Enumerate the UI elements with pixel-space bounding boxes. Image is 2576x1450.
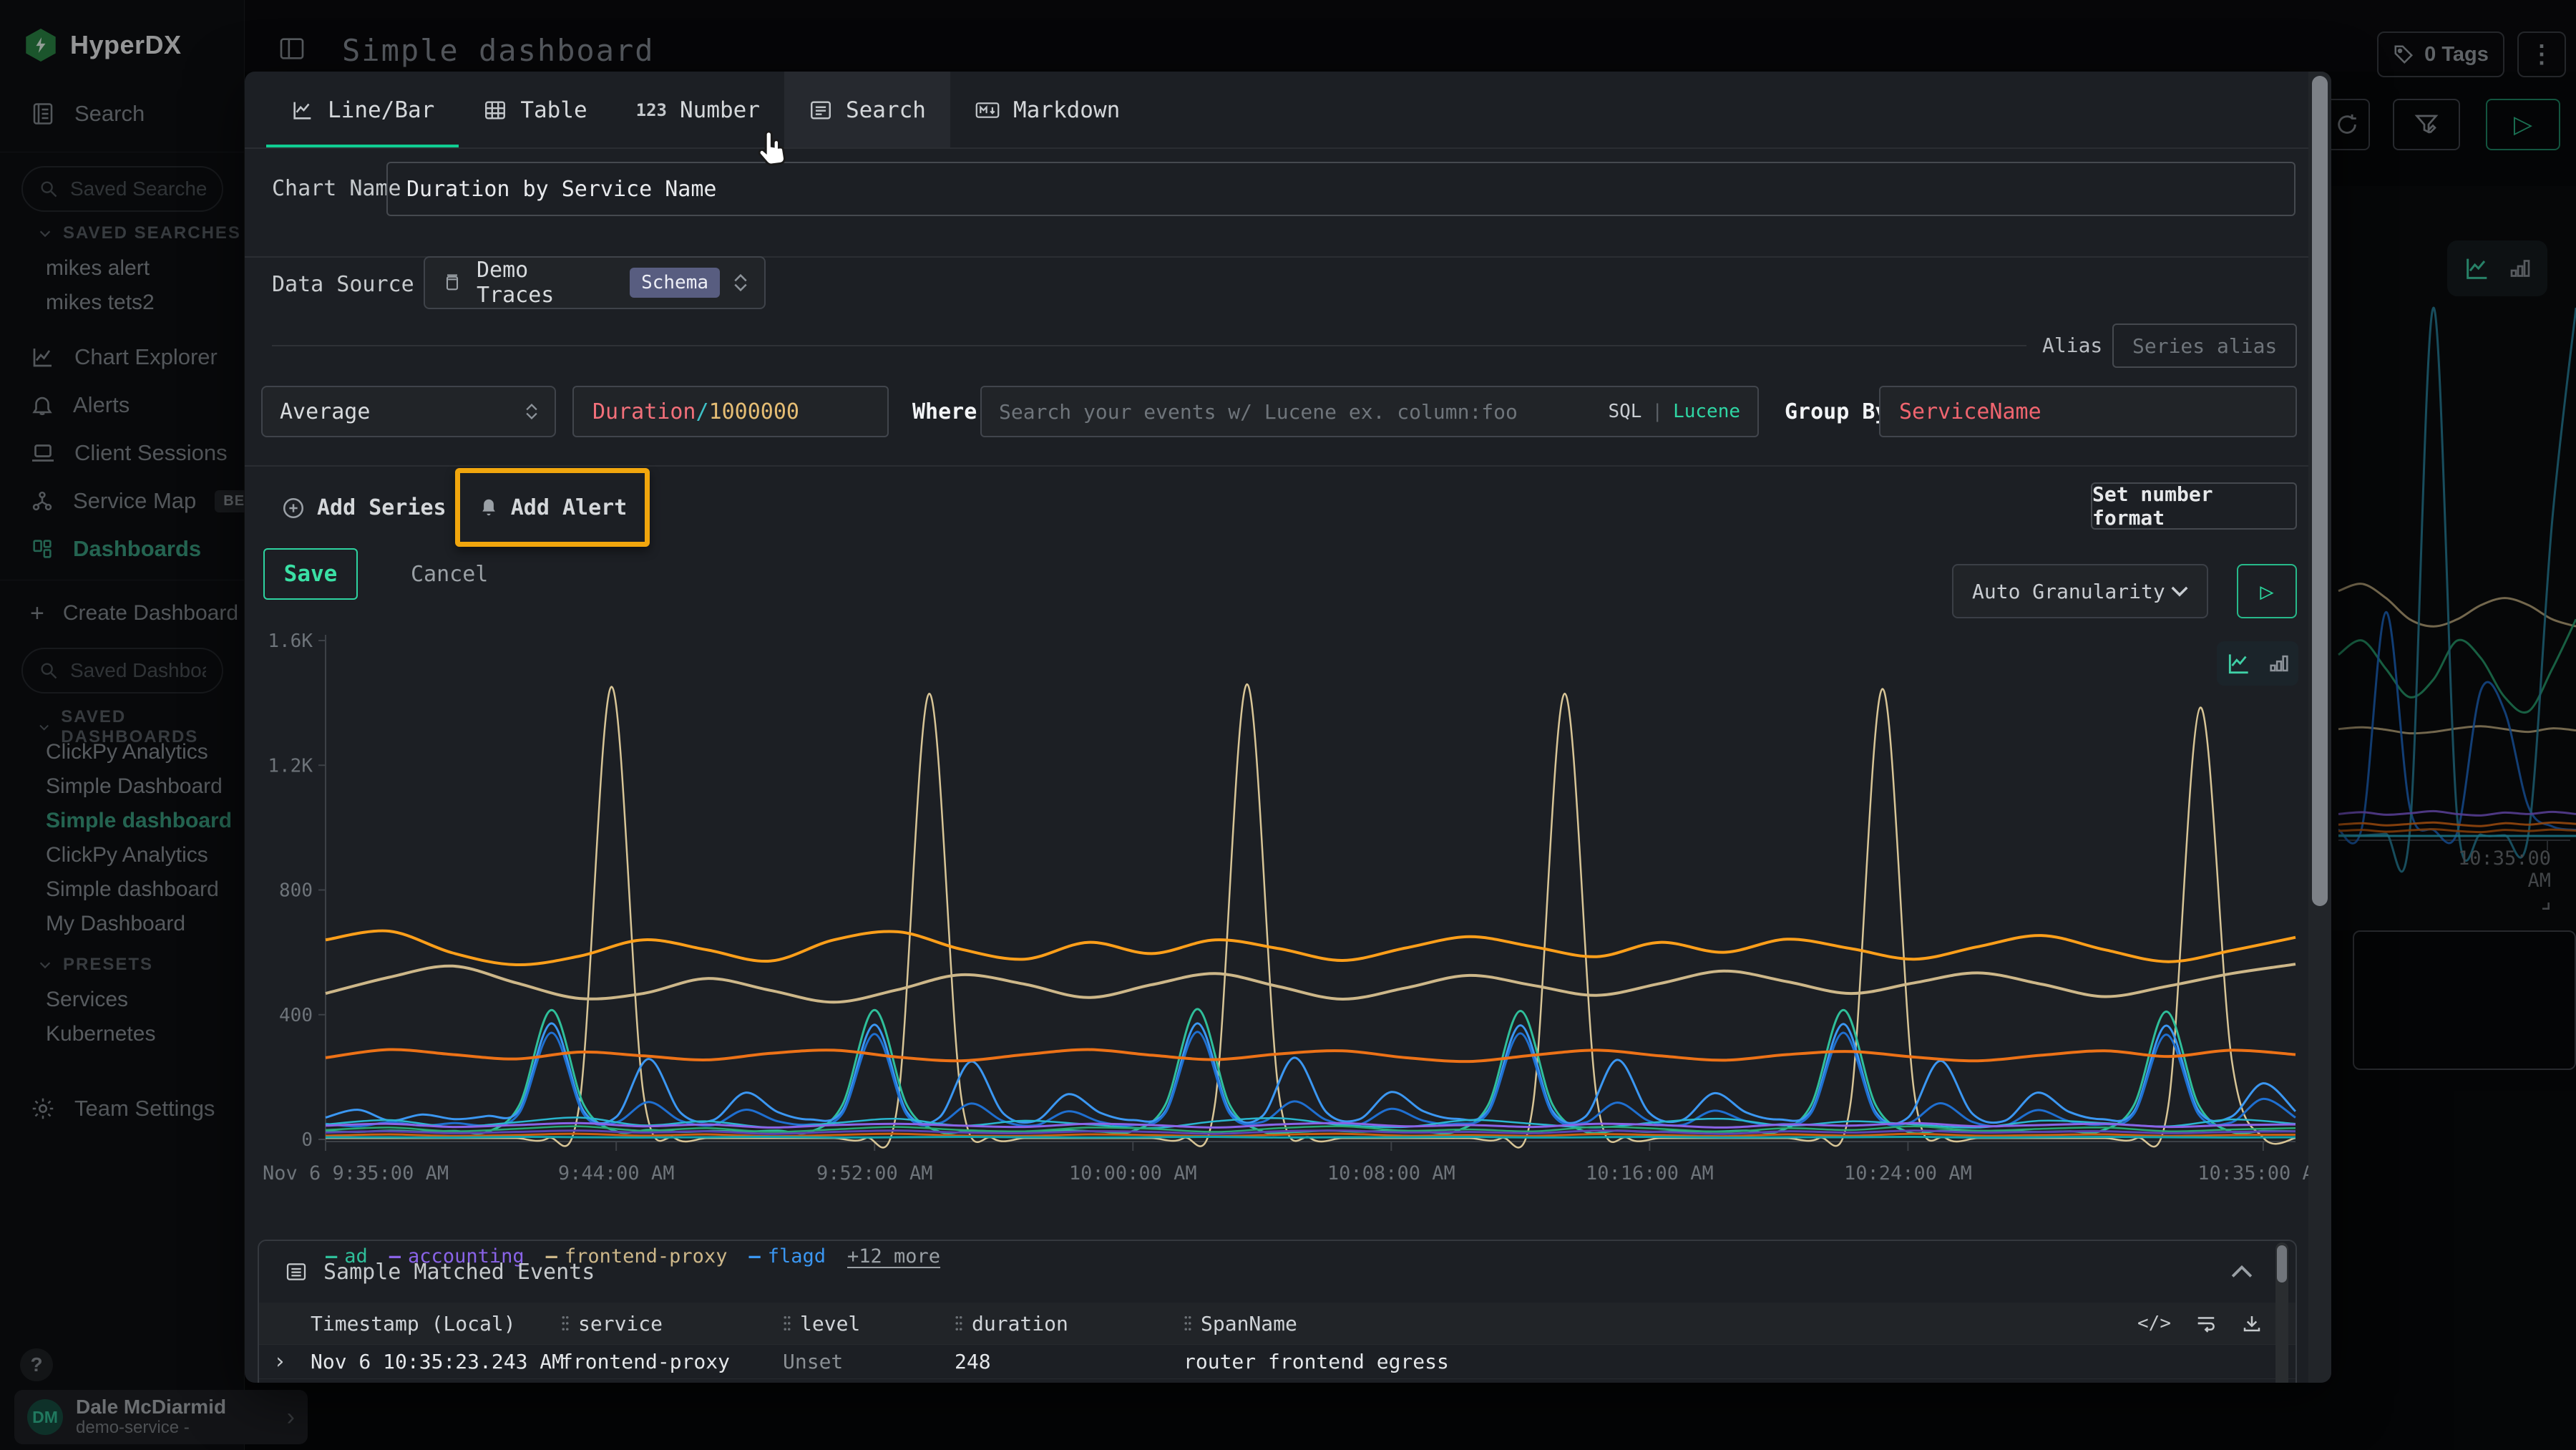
run-chart-button[interactable]: ▷ <box>2237 564 2297 618</box>
select-chevrons-icon <box>734 274 747 291</box>
sample-events-panel: Sample Matched Events Timestamp (Local) … <box>258 1240 2297 1383</box>
modal-scrollbar-thumb[interactable] <box>2312 76 2328 906</box>
svg-text:400: 400 <box>279 1005 313 1026</box>
schema-badge[interactable]: Schema <box>630 268 720 298</box>
collapse-chevron-icon[interactable] <box>2231 1264 2253 1280</box>
col-timestamp[interactable]: Timestamp (Local) <box>301 1312 551 1335</box>
drag-handle-icon[interactable] <box>783 1315 791 1331</box>
bar-chart-icon[interactable] <box>2267 650 2291 677</box>
tabs-underline <box>245 147 2308 149</box>
chart-name-label: Chart Name <box>272 176 401 201</box>
drag-handle-icon[interactable] <box>1184 1315 1192 1331</box>
plus-circle-icon <box>281 496 306 520</box>
divider <box>245 465 2308 467</box>
cancel-button[interactable]: Cancel <box>396 548 502 600</box>
field-expression-input[interactable]: Duration/1000000 <box>572 386 889 437</box>
list-icon <box>285 1260 308 1283</box>
download-icon[interactable] <box>2241 1313 2263 1334</box>
data-source-label: Data Source <box>272 272 414 297</box>
database-icon <box>442 272 462 293</box>
divider <box>272 345 2026 346</box>
edit-chart-modal: Line/Bar Table 123 Number Search Markdow… <box>245 72 2331 1383</box>
tab-table[interactable]: Table <box>459 72 611 149</box>
number-123-icon: 123 <box>636 100 667 120</box>
markdown-icon <box>975 98 1000 122</box>
svg-text:10:08:00 AM: 10:08:00 AM <box>1327 1162 1455 1184</box>
save-button[interactable]: Save <box>263 548 358 600</box>
group-by-input[interactable]: ServiceName <box>1879 386 2297 437</box>
events-table-header: Timestamp (Local) service level duration… <box>259 1303 2296 1344</box>
drag-handle-icon[interactable] <box>561 1315 570 1331</box>
chart-name-input[interactable] <box>386 162 2296 216</box>
where-search-field[interactable]: SQL | Lucene <box>980 386 1759 437</box>
svg-text:1.2K: 1.2K <box>268 755 313 777</box>
svg-text:0: 0 <box>301 1129 313 1151</box>
data-source-select[interactable]: Demo Traces Schema <box>424 256 766 309</box>
events-rows: › Nov 6 10:35:23.243 AM frontend-proxy U… <box>259 1344 2296 1383</box>
set-number-format-button[interactable]: Set number format <box>2091 482 2297 530</box>
svg-text:1.6K: 1.6K <box>268 631 313 652</box>
group-by-label: Group By <box>1785 399 1888 424</box>
granularity-select[interactable]: Auto Granularity <box>1952 564 2208 618</box>
line-chart-icon <box>291 98 315 122</box>
tab-search[interactable]: Search <box>784 72 950 149</box>
table-icon <box>483 98 507 122</box>
row-expander-icon[interactable]: › <box>259 1349 301 1374</box>
svg-text:800: 800 <box>279 880 313 902</box>
where-label: Where <box>912 399 977 424</box>
svg-text:Nov 6 9:35:00 AM: Nov 6 9:35:00 AM <box>263 1162 449 1184</box>
svg-text:9:44:00 AM: 9:44:00 AM <box>558 1162 675 1184</box>
add-alert-highlight[interactable]: Add Alert <box>455 468 650 547</box>
col-level[interactable]: level <box>773 1312 945 1335</box>
aggregation-select[interactable]: Average <box>261 386 556 437</box>
svg-text:10:00:00 AM: 10:00:00 AM <box>1069 1162 1197 1184</box>
table-row[interactable]: › Nov 6 10:35:23.243 AM frontend-proxy U… <box>259 1344 2296 1378</box>
tab-markdown[interactable]: Markdown <box>950 72 1144 149</box>
line-chart-icon[interactable] <box>2224 650 2254 677</box>
wrap-text-icon[interactable] <box>2195 1313 2217 1334</box>
bell-icon <box>478 497 499 518</box>
svg-text:10:24:00 AM: 10:24:00 AM <box>1844 1162 1972 1184</box>
sql-option[interactable]: SQL <box>1608 401 1641 422</box>
svg-text:9:52:00 AM: 9:52:00 AM <box>816 1162 933 1184</box>
col-service[interactable]: service <box>551 1312 773 1335</box>
sample-events-header[interactable]: Sample Matched Events <box>259 1241 2296 1303</box>
code-icon[interactable]: </> <box>2137 1313 2171 1334</box>
select-chevrons-icon <box>526 404 537 419</box>
col-spanname[interactable]: SpanName <box>1174 1312 2296 1335</box>
drag-handle-icon[interactable] <box>955 1315 963 1331</box>
mouse-cursor <box>753 127 793 173</box>
svg-text:10:16:00 AM: 10:16:00 AM <box>1586 1162 1714 1184</box>
tab-line-bar[interactable]: Line/Bar <box>266 72 459 149</box>
chevron-down-icon <box>2171 585 2188 597</box>
lucene-option[interactable]: Lucene <box>1673 401 1740 422</box>
series-alias-input[interactable] <box>2112 323 2297 368</box>
chart-type-tabs: Line/Bar Table 123 Number Search Markdow… <box>266 72 1144 149</box>
svg-text:10:35:00 AM: 10:35:00 AM <box>2197 1162 2326 1184</box>
table-scrollbar-thumb[interactable] <box>2277 1245 2287 1283</box>
events-table: Timestamp (Local) service level duration… <box>259 1303 2296 1383</box>
query-language-toggle[interactable]: SQL | Lucene <box>1608 401 1740 422</box>
where-search-input[interactable] <box>999 400 1595 424</box>
add-series-button[interactable]: Add Series <box>281 495 447 520</box>
search-list-icon <box>809 98 833 122</box>
col-duration[interactable]: duration <box>945 1312 1174 1335</box>
alias-label: Alias <box>2042 334 2102 357</box>
table-row[interactable]: › Nov 6 10:35:23.243 AM frontend-proxy U… <box>259 1378 2296 1383</box>
add-alert-button[interactable]: Add Alert <box>511 495 628 520</box>
chart-type-toggle[interactable] <box>2217 641 2298 686</box>
